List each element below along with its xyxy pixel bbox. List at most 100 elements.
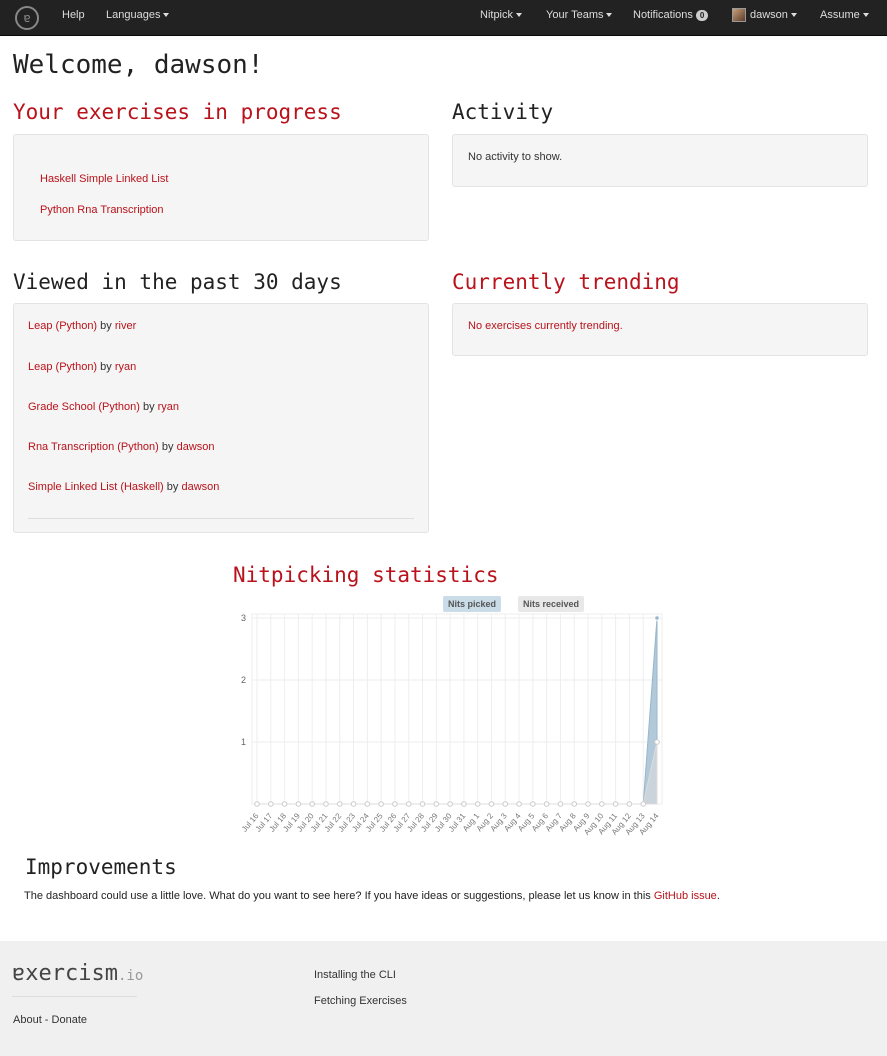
by-label: by (142, 401, 155, 413)
footer-fetching-link[interactable]: Fetching Exercises (314, 995, 407, 1007)
viewed-exercise-link[interactable]: Grade School (Python) (28, 401, 140, 413)
nitpick-chart: 1 2 3 Jul 16 Jul 17 Jul 18 Jul 19 Jul 20 Jul 21 J… (230, 590, 670, 840)
y-tick-label: 2 (241, 675, 246, 685)
viewed-exercise-link[interactable]: Leap (Python) (28, 361, 97, 373)
in-progress-item[interactable]: Python Rna Transcription (40, 204, 164, 216)
footer-cli-link[interactable]: Installing the CLI (314, 969, 396, 981)
nav-notifications-link[interactable]: Notifications 0 (633, 0, 709, 36)
trending-panel: No exercises currently trending. (452, 303, 868, 356)
list-item: Simple Linked List (Haskell) by dawson (28, 481, 219, 493)
footer-donate-link[interactable]: Donate (52, 1014, 87, 1026)
data-point (309, 801, 315, 807)
data-point (433, 801, 440, 807)
list-item: Rna Transcription (Python) by dawson (28, 441, 215, 453)
data-point (364, 801, 371, 807)
improvements-body: The dashboard could use a little love. W… (24, 890, 654, 902)
y-tick-label: 3 (241, 613, 246, 623)
data-point (336, 801, 343, 807)
improvements-heading: Improvements (25, 855, 177, 879)
by-label: by (100, 320, 112, 332)
nitpick-chart-svg: 123Jul 16Jul 17Jul 18Jul 19Jul 20Jul 21J… (240, 596, 663, 837)
github-issue-link[interactable]: GitHub issue (654, 890, 717, 902)
footer-logo[interactable]: ɐxercism.io (12, 961, 143, 986)
data-point (585, 801, 591, 807)
in-progress-panel: Haskell Simple Linked List Python Rna Tr… (13, 134, 429, 241)
chevron-down-icon (790, 13, 797, 18)
footer-about-donate: About - Donate (13, 1014, 87, 1026)
data-point (254, 801, 260, 807)
viewed-panel: Leap (Python) by river Leap (Python) by … (13, 303, 429, 533)
footer: ɐxercism.io About - Donate Installing th… (0, 941, 887, 1056)
trending-empty-text: No exercises currently trending. (468, 320, 623, 332)
data-point (405, 801, 412, 807)
data-point (612, 801, 619, 807)
nav-help-link[interactable]: Help (62, 0, 85, 36)
legend-label: Nits picked (448, 599, 496, 609)
viewed-exercise-link[interactable]: Rna Transcription (Python) (28, 441, 159, 453)
data-point (461, 801, 467, 807)
legend-label: Nits received (523, 599, 579, 609)
by-label: by (166, 481, 179, 493)
list-item: Leap (Python) by river (28, 320, 136, 332)
data-point (516, 801, 522, 807)
stats-heading: Nitpicking statistics (233, 563, 499, 587)
trending-heading: Currently trending (452, 270, 680, 294)
viewed-user-link[interactable]: dawson (181, 481, 219, 493)
page-title: Welcome, dawson! (13, 50, 264, 80)
chevron-down-icon (516, 13, 523, 18)
data-point (350, 801, 357, 807)
by-label: by (100, 361, 112, 373)
viewed-exercise-link[interactable]: Simple Linked List (Haskell) (28, 481, 164, 493)
nav-assume-dropdown[interactable]: Assume (820, 0, 869, 36)
data-point (488, 801, 495, 807)
nav-nitpick-dropdown[interactable]: Nitpick (480, 0, 523, 36)
data-point (654, 615, 660, 621)
data-point (543, 801, 550, 807)
data-point (378, 801, 384, 807)
data-point (599, 801, 605, 807)
footer-logo-text: ɐxercism (12, 961, 118, 986)
data-point (281, 801, 288, 807)
list-item: Grade School (Python) by ryan (28, 401, 179, 413)
chevron-down-icon (606, 13, 613, 18)
activity-panel: No activity to show. (452, 134, 868, 187)
nav-user-dropdown[interactable]: dawson (732, 0, 797, 36)
viewed-user-link[interactable]: river (115, 320, 136, 332)
data-point (530, 801, 536, 807)
y-tick-label: 1 (241, 737, 246, 747)
chevron-down-icon (163, 13, 170, 18)
chevron-down-icon (862, 13, 869, 18)
data-point (295, 801, 302, 807)
viewed-user-link[interactable]: ryan (115, 361, 136, 373)
avatar (732, 8, 746, 23)
viewed-exercise-link[interactable]: Leap (Python) (28, 320, 97, 332)
data-point (640, 801, 647, 807)
viewed-user-link[interactable]: ryan (158, 401, 179, 413)
divider (28, 518, 414, 519)
exercism-logo-icon[interactable]: ɐ (15, 6, 39, 30)
nav-languages-dropdown[interactable]: Languages (106, 0, 170, 36)
improvements-end: . (716, 890, 720, 902)
data-point (474, 801, 481, 807)
nav-languages-label: Languages (106, 9, 161, 21)
footer-about-link[interactable]: About (13, 1014, 42, 1026)
data-point (502, 801, 509, 807)
data-point (447, 801, 453, 807)
data-point (557, 801, 564, 807)
data-point (654, 739, 660, 745)
nav-teams-dropdown[interactable]: Your Teams (546, 0, 613, 36)
data-point (571, 801, 578, 807)
data-point (392, 801, 398, 807)
in-progress-heading: Your exercises in progress (13, 100, 342, 124)
nav-assume-label: Assume (820, 9, 860, 21)
top-navbar: ɐ Help Languages Nitpick Your Teams Noti… (0, 0, 887, 36)
by-label: by (161, 441, 174, 453)
data-point (323, 801, 329, 807)
plot-area (251, 613, 663, 805)
in-progress-item[interactable]: Haskell Simple Linked List (40, 173, 168, 185)
nav-notifications-label: Notifications (633, 9, 693, 21)
nav-nitpick-label: Nitpick (480, 9, 514, 21)
data-point (419, 801, 426, 807)
viewed-user-link[interactable]: dawson (177, 441, 215, 453)
nav-teams-label: Your Teams (546, 9, 604, 21)
